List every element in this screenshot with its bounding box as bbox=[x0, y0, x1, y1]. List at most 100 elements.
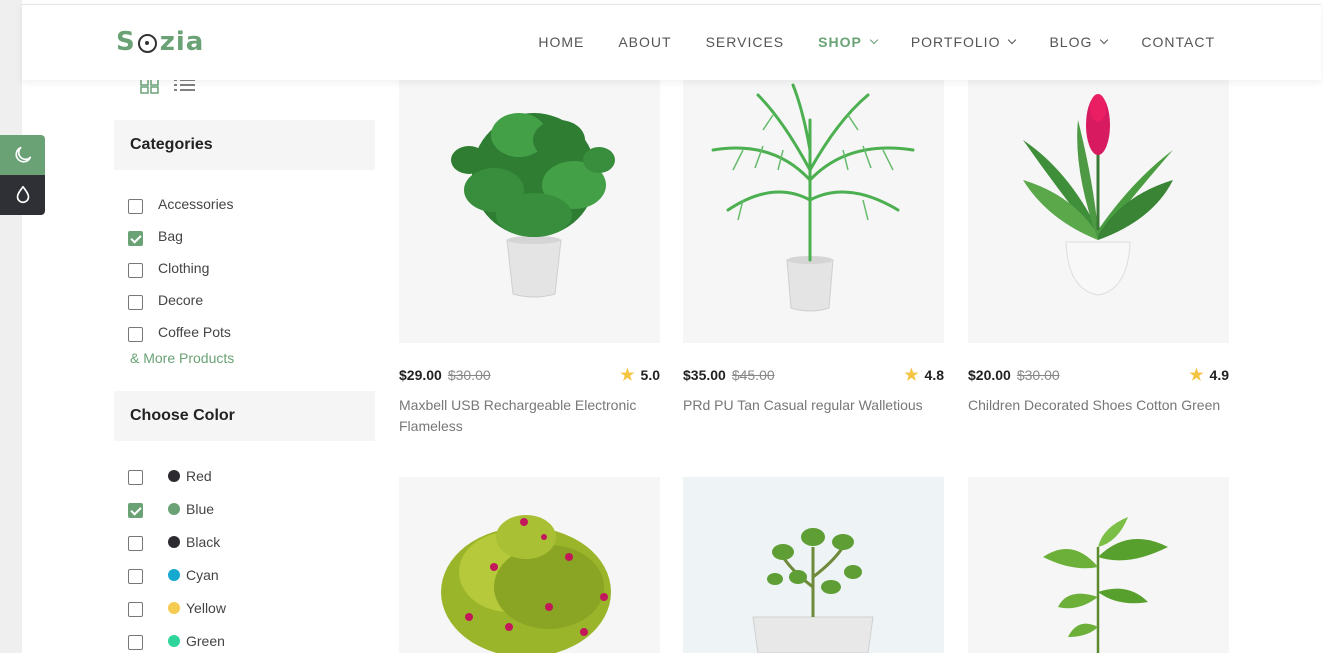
nav-blog[interactable]: BLOG bbox=[1049, 34, 1109, 50]
chevron-down-icon bbox=[1008, 35, 1017, 45]
old-price: $30.00 bbox=[1016, 367, 1060, 383]
product-name[interactable]: Children Decorated Shoes Cotton Green bbox=[968, 395, 1229, 416]
checkbox[interactable] bbox=[128, 536, 143, 551]
rating-value: 4.9 bbox=[1209, 367, 1229, 383]
category-bag[interactable]: Bag bbox=[128, 220, 375, 252]
color-label: Black bbox=[186, 533, 221, 550]
nav-services-label: SERVICES bbox=[705, 34, 785, 50]
category-clothing[interactable]: Clothing bbox=[128, 252, 375, 284]
categories-heading: Categories bbox=[114, 120, 375, 170]
color-swatch bbox=[168, 601, 180, 614]
palm-plant-image[interactable] bbox=[683, 80, 944, 343]
chevron-down-icon bbox=[869, 35, 879, 45]
color-green[interactable]: Green bbox=[128, 624, 375, 653]
rating: ★ 4.9 bbox=[1189, 365, 1229, 385]
checkbox[interactable] bbox=[128, 635, 143, 650]
list-view-icon[interactable] bbox=[174, 78, 196, 92]
red-ginger-plant-image[interactable] bbox=[968, 80, 1229, 343]
chevron-down-icon bbox=[1100, 35, 1109, 45]
nav-about-label: ABOUT bbox=[618, 34, 672, 50]
logo-letter-s: S bbox=[116, 27, 136, 57]
jade-plant-image[interactable] bbox=[683, 477, 944, 653]
nav-portfolio-label: PORTFOLIO bbox=[910, 34, 1001, 50]
site-logo[interactable]: Szia bbox=[116, 27, 204, 57]
color-swatch bbox=[168, 502, 180, 515]
rating-value: 5.0 bbox=[640, 367, 660, 383]
shop-sidebar: Categories Accessories Bag Clothing Deco… bbox=[114, 78, 375, 653]
more-products-link[interactable]: & More Products bbox=[130, 350, 375, 366]
droplet-icon bbox=[16, 185, 29, 204]
moon-icon bbox=[14, 146, 31, 163]
color-swatch bbox=[168, 535, 180, 548]
price-row: $20.00 $30.00 ★ 4.9 bbox=[968, 366, 1229, 384]
color-swatch bbox=[168, 568, 180, 581]
color-swatch bbox=[168, 634, 180, 647]
checkbox[interactable] bbox=[128, 326, 143, 342]
product-card[interactable]: $35.00 $45.00 ★ 4.8 PRd PU Tan Casual reg… bbox=[683, 80, 944, 416]
nav-services[interactable]: SERVICES bbox=[706, 34, 785, 50]
site-header: Szia HOME ABOUT SERVICES SHOP PORTFOLIO … bbox=[22, 4, 1321, 80]
product-card[interactable] bbox=[683, 477, 944, 653]
product-card[interactable]: $20.00 $30.00 ★ 4.9 Children Decorated Sh… bbox=[968, 80, 1229, 416]
logo-letters: zia bbox=[159, 27, 205, 57]
category-coffee-pots[interactable]: Coffee Pots bbox=[128, 316, 375, 348]
color-label: Red bbox=[186, 467, 212, 484]
category-decore[interactable]: Decore bbox=[128, 284, 375, 316]
view-toggle bbox=[140, 78, 196, 94]
flowering-bush-image[interactable] bbox=[399, 477, 660, 653]
color-cyan[interactable]: Cyan bbox=[128, 558, 375, 591]
price: $35.00 bbox=[683, 367, 726, 383]
category-label: Decore bbox=[158, 292, 204, 308]
color-red[interactable]: Red bbox=[128, 459, 375, 492]
choose-color-heading: Choose Color bbox=[114, 391, 375, 441]
leafy-branch-image[interactable] bbox=[968, 477, 1229, 653]
checkbox-checked[interactable] bbox=[128, 503, 143, 518]
nav-blog-label: BLOG bbox=[1049, 34, 1093, 50]
checkbox[interactable] bbox=[128, 470, 143, 485]
checkbox[interactable] bbox=[128, 569, 143, 584]
price-row: $35.00 $45.00 ★ 4.8 bbox=[683, 366, 944, 384]
color-black[interactable]: Black bbox=[128, 525, 375, 558]
rating: ★ 5.0 bbox=[620, 365, 660, 385]
nav-shop[interactable]: SHOP bbox=[818, 34, 879, 50]
star-icon: ★ bbox=[1189, 367, 1204, 384]
logo-o-mark bbox=[137, 33, 157, 53]
category-label: Bag bbox=[158, 228, 183, 244]
nav-home[interactable]: HOME bbox=[538, 34, 584, 50]
dark-mode-button[interactable] bbox=[0, 175, 45, 215]
color-label: Yellow bbox=[186, 599, 226, 616]
nav-contact[interactable]: CONTACT bbox=[1141, 34, 1215, 50]
category-label: Coffee Pots bbox=[158, 324, 231, 340]
product-name[interactable]: Maxbell USB Rechargeable Electronic Flam… bbox=[399, 395, 660, 437]
product-card[interactable] bbox=[968, 477, 1229, 653]
color-list: Red Blue Black Cyan Yellow Green bbox=[114, 441, 375, 653]
product-name[interactable]: PRd PU Tan Casual regular Walletious bbox=[683, 395, 944, 416]
checkbox[interactable] bbox=[128, 198, 143, 214]
page-edge-strip bbox=[0, 0, 22, 653]
color-label: Cyan bbox=[186, 566, 219, 583]
product-card[interactable] bbox=[399, 477, 660, 653]
old-price: $45.00 bbox=[731, 367, 775, 383]
checkbox[interactable] bbox=[128, 602, 143, 617]
old-price: $30.00 bbox=[447, 367, 491, 383]
nav-about[interactable]: ABOUT bbox=[618, 34, 671, 50]
category-accessories[interactable]: Accessories bbox=[128, 188, 375, 220]
checkbox[interactable] bbox=[128, 294, 143, 310]
star-icon: ★ bbox=[620, 367, 635, 384]
color-label: Green bbox=[186, 632, 225, 649]
light-mode-button[interactable] bbox=[0, 135, 45, 175]
category-label: Clothing bbox=[158, 260, 210, 276]
color-label: Blue bbox=[186, 500, 215, 517]
monstera-plant-image[interactable] bbox=[399, 80, 660, 343]
category-list: Accessories Bag Clothing Decore Coffee P… bbox=[114, 170, 375, 366]
color-yellow[interactable]: Yellow bbox=[128, 591, 375, 624]
product-card[interactable]: $29.00 $30.00 ★ 5.0 Maxbell USB Rechargea… bbox=[399, 80, 660, 437]
price: $20.00 bbox=[968, 367, 1011, 383]
checkbox[interactable] bbox=[128, 262, 143, 278]
category-label: Accessories bbox=[158, 196, 234, 212]
grid-view-icon[interactable] bbox=[140, 78, 160, 94]
nav-shop-label: SHOP bbox=[818, 34, 862, 50]
checkbox-checked[interactable] bbox=[128, 230, 143, 246]
nav-portfolio[interactable]: PORTFOLIO bbox=[910, 34, 1017, 50]
color-blue[interactable]: Blue bbox=[128, 492, 375, 525]
